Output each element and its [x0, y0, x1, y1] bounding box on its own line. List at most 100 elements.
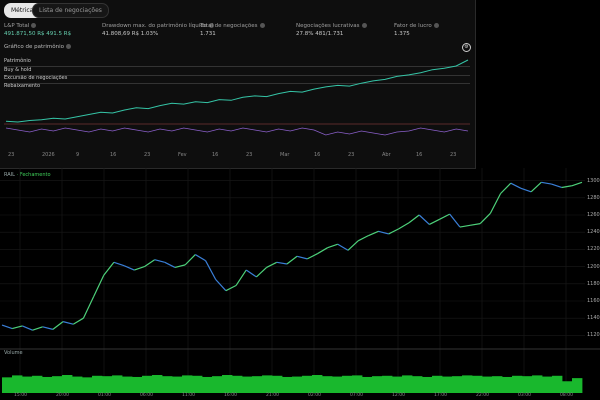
- tab-trade-list-label: Lista de negociações: [39, 7, 102, 14]
- info-icon[interactable]: [31, 23, 37, 28]
- x-tick-label: Mar: [280, 152, 290, 158]
- x-tick-label: 08:00: [560, 393, 573, 398]
- volume-bar: [132, 376, 143, 393]
- price-segment: [1, 324, 13, 330]
- stat-profitable-trades-label: Negociações lucrativas: [296, 23, 360, 29]
- x-tick-label: 02:00: [308, 393, 321, 398]
- volume-bar: [2, 377, 13, 393]
- volume-bar: [462, 375, 473, 393]
- y-tick-label: 1280: [587, 194, 600, 201]
- x-tick-label: 16: [314, 152, 321, 158]
- price-segment: [347, 240, 359, 251]
- price-segment: [276, 261, 288, 265]
- volume-bar: [562, 381, 573, 393]
- info-icon[interactable]: [361, 23, 367, 28]
- info-icon[interactable]: [259, 23, 265, 28]
- y-tick-label: 1180: [587, 280, 600, 287]
- volume-bar: [432, 375, 443, 393]
- volume-bar: [482, 376, 493, 393]
- volume-bar: [352, 375, 363, 393]
- equity-chart[interactable]: [0, 52, 474, 152]
- volume-bar: [122, 376, 133, 393]
- stat-total-trades-label: Total de negociações: [200, 23, 258, 29]
- price-segment: [215, 279, 227, 292]
- stat-total-trades: Total de negociações 1.731: [200, 22, 265, 38]
- stat-profitable-trades-value: 27.8% 481/1.731: [296, 31, 344, 37]
- volume-bar: [322, 376, 333, 393]
- price-segment: [510, 182, 522, 189]
- x-tick-label: 23: [348, 152, 355, 158]
- tab-trade-list[interactable]: Lista de negociações: [32, 3, 109, 18]
- info-icon[interactable]: [66, 44, 72, 49]
- price-segment: [541, 181, 552, 185]
- price-segment: [327, 243, 338, 249]
- price-segment: [551, 183, 562, 189]
- volume-bar: [162, 376, 173, 393]
- volume-bar: [382, 375, 393, 393]
- price-segment: [12, 325, 23, 330]
- price-segment: [42, 326, 54, 330]
- price-segment: [93, 274, 105, 297]
- x-tick-label: 23: [144, 152, 151, 158]
- volume-bar: [442, 376, 453, 393]
- price-segment: [52, 321, 64, 330]
- x-tick-label: 06:00: [140, 393, 153, 398]
- volume-bar: [52, 376, 63, 393]
- x-tick-label: 12:00: [392, 393, 405, 398]
- x-tick-label: 16: [416, 152, 423, 158]
- volume-bar: [112, 375, 123, 393]
- volume-bar: [372, 376, 383, 393]
- price-segment: [204, 260, 217, 280]
- volume-bar: [422, 376, 433, 393]
- x-tick-label: Fev: [178, 152, 187, 158]
- price-segment: [561, 185, 572, 189]
- volume-bar: [392, 376, 403, 393]
- stat-profit-factor-value: 1.375: [394, 31, 410, 37]
- x-tick-label: 22:00: [476, 393, 489, 398]
- price-segment: [378, 230, 389, 235]
- volume-bar: [312, 375, 323, 393]
- stat-profit-factor-label: Fator de lucro: [394, 23, 432, 29]
- price-segment: [500, 182, 512, 194]
- x-tick-label: 11:00: [182, 393, 195, 398]
- volume-bar: [502, 376, 513, 393]
- price-segment: [398, 222, 410, 230]
- equity-chart-title-text: Gráfico de patrimônio: [4, 44, 65, 50]
- price-segment: [154, 259, 165, 263]
- price-chart[interactable]: [0, 168, 600, 400]
- volume-bar: [82, 377, 93, 393]
- volume-bar: [192, 375, 203, 393]
- y-tick-label: 1160: [587, 298, 600, 304]
- backtest-report-panel: Métricas Lista de negociações L&P Total …: [0, 0, 476, 169]
- stat-profitable-trades: Negociações lucrativas 27.8% 481/1.731: [296, 22, 367, 38]
- volume-bar: [512, 375, 523, 393]
- volume-bar: [22, 376, 33, 393]
- volume-bar: [182, 375, 193, 393]
- y-tick-label: 1240: [587, 229, 600, 236]
- volume-bar: [202, 376, 213, 393]
- x-tick-label: 23: [450, 152, 457, 158]
- x-tick-label: 15:00: [14, 393, 27, 398]
- volume-bar: [522, 376, 533, 393]
- price-segment: [235, 269, 247, 286]
- price-segment: [469, 223, 481, 226]
- x-tick-label: 16: [110, 152, 117, 158]
- info-icon[interactable]: [433, 23, 439, 28]
- volume-bar: [552, 375, 563, 393]
- stat-max-drawdown-label: Drawdown max. do patrimônio líquido: [102, 23, 208, 29]
- volume-bar: [242, 376, 253, 393]
- x-tick-label: 16: [212, 152, 219, 158]
- price-segment: [418, 214, 430, 225]
- volume-bar: [152, 375, 163, 393]
- volume-bar: [262, 375, 273, 393]
- y-tick-label: 1220: [587, 246, 600, 253]
- price-segment: [286, 255, 298, 265]
- volume-bar: [102, 376, 113, 393]
- price-segment: [530, 181, 542, 193]
- volume-bar: [542, 376, 553, 393]
- price-segment: [571, 181, 583, 187]
- chart-settings-icon[interactable]: ⚙: [462, 43, 471, 52]
- stat-total-pl-value: 491.871,50 R$ 491.5 R$: [4, 31, 72, 37]
- price-segment: [103, 261, 115, 276]
- volume-bar: [232, 375, 243, 393]
